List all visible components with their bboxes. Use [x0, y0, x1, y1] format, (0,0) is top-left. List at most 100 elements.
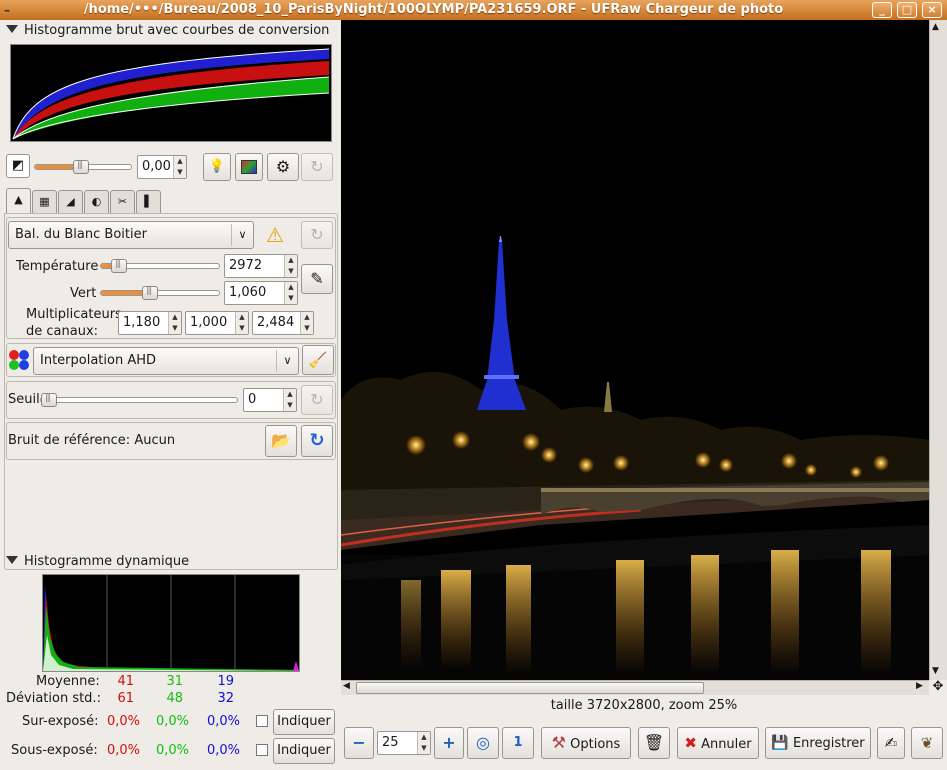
overexposed-green: 0,0% [155, 714, 189, 729]
auto-exposure-button[interactable]: 💡 [203, 153, 231, 181]
spinner-arrows-icon[interactable]: ▲ ▼ [283, 389, 296, 411]
move-icon[interactable]: ✥ [929, 680, 947, 695]
threshold-reset-button[interactable]: ↻ [301, 385, 333, 415]
horizontal-scroll-thumb[interactable] [356, 682, 704, 694]
green-slider[interactable] [100, 286, 220, 300]
multipliers-label-2: de canaux: [26, 324, 99, 339]
spinner-arrows-icon[interactable]: ▲ ▼ [300, 312, 313, 334]
send-to-gimp-button[interactable]: ❦ [911, 727, 943, 759]
spinner-arrows-icon[interactable]: ▲ ▼ [173, 156, 186, 178]
temperature-slider-knob[interactable] [111, 259, 127, 273]
tab-exif[interactable]: ▌ [136, 190, 161, 214]
maximize-icon[interactable]: □ [897, 2, 917, 18]
clip-highlights-button[interactable]: ⚙ [267, 153, 299, 181]
overexposed-indicate-button[interactable]: Indiquer [273, 709, 335, 735]
zoom-100-button[interactable]: 1 [502, 727, 534, 759]
spinner-arrows-icon[interactable]: ▲ ▼ [284, 255, 297, 277]
threshold-slider[interactable] [40, 393, 238, 407]
tab-color-management[interactable]: ◢ [58, 190, 83, 214]
reset-icon: ↻ [310, 225, 324, 244]
overexposed-checkbox[interactable] [256, 715, 268, 727]
zoom-out-button[interactable]: − [344, 727, 374, 759]
threshold-label: Seuil [8, 392, 40, 407]
white-balance-reset-button[interactable]: ↻ [301, 221, 333, 249]
reload-dark-frame-button[interactable]: ↻ [301, 425, 333, 457]
live-histogram-expander[interactable]: Histogramme dynamique [6, 554, 189, 572]
horizontal-scrollbar[interactable]: ◀ ▶ [341, 680, 929, 695]
restore-details-button[interactable] [235, 153, 263, 181]
tab-lightness-icon: ◐ [91, 195, 102, 208]
multiplier-blue-spinner[interactable]: 2,484 ▲ ▼ [252, 311, 314, 335]
scroll-down-icon[interactable]: ▼ [932, 666, 939, 676]
green-slider-knob[interactable] [142, 286, 158, 300]
live-histogram [42, 574, 300, 672]
minimize-icon[interactable]: _ [872, 2, 892, 18]
dark-frame-value: Aucun [134, 433, 176, 448]
interpolation-value: Interpolation AHD [40, 353, 157, 368]
zoom-fit-button[interactable]: ◎ [467, 727, 499, 759]
threshold-slider-knob[interactable] [41, 393, 57, 407]
spinner-arrows-icon[interactable]: ▲ ▼ [235, 312, 248, 334]
cancel-label: Annuler [701, 737, 752, 752]
scroll-right-icon[interactable]: ▶ [916, 681, 923, 691]
trash-icon: 🗑 [643, 733, 665, 752]
raw-histogram-expander[interactable]: Histogramme brut avec courbes de convers… [6, 23, 329, 41]
tab-curves[interactable]: ▦ [32, 190, 57, 214]
load-dark-frame-button[interactable]: 📂 [265, 425, 297, 457]
zoom-out-icon: − [352, 733, 366, 752]
chevron-down-icon: ∨ [276, 350, 298, 372]
close-icon[interactable]: × [922, 2, 942, 18]
green-value: 1,060 [229, 285, 267, 300]
tab-crop[interactable]: ✂ [110, 190, 135, 214]
overexposed-label: Sur-exposé: [22, 714, 99, 729]
options-button[interactable]: ⚒ Options [541, 727, 631, 759]
zoom-fit-icon: ◎ [476, 733, 490, 752]
underexposed-checkbox[interactable] [256, 744, 268, 756]
expander-arrow-icon [6, 25, 18, 33]
temperature-spinner[interactable]: 2972 ▲ ▼ [224, 254, 298, 278]
zoom-in-button[interactable]: + [434, 727, 464, 759]
tab-crop-icon: ✂ [117, 195, 128, 208]
underexposed-label: Sous-exposé: [11, 743, 98, 758]
zoom-value: 25 [382, 735, 399, 750]
exposure-spinner[interactable]: 0,00 ▲ ▼ [137, 155, 187, 179]
green-spinner[interactable]: 1,060 ▲ ▼ [224, 281, 298, 305]
tab-lightness[interactable]: ◐ [84, 190, 109, 214]
save-button[interactable]: 💾 Enregistrer [765, 727, 871, 759]
multiplier-red-spinner[interactable]: 1,180 ▲ ▼ [118, 311, 182, 335]
delete-button[interactable]: 🗑 [638, 727, 670, 759]
white-balance-preset: Bal. du Blanc Boitier [15, 227, 147, 242]
spinner-arrows-icon[interactable]: ▲ ▼ [168, 312, 181, 334]
threshold-spinner[interactable]: 0 ▲ ▼ [243, 388, 297, 412]
exposure-slider[interactable] [34, 160, 132, 174]
options-label: Options [570, 737, 621, 752]
interpolation-combo[interactable]: Interpolation AHD ∨ [33, 347, 299, 375]
spinner-arrows-icon[interactable]: ▲ ▼ [284, 282, 297, 304]
spot-white-balance-button[interactable]: ✎ [301, 264, 333, 294]
std-red: 61 [117, 691, 134, 706]
zoom-in-icon: + [442, 733, 456, 752]
underexposed-blue: 0,0% [206, 743, 240, 758]
tab-white-balance[interactable]: ▲ [6, 188, 31, 214]
vertical-scrollbar[interactable]: ▲ ▼ [929, 20, 947, 680]
underexposed-indicate-button[interactable]: Indiquer [273, 738, 335, 764]
image-preview[interactable] [341, 20, 929, 680]
cancel-button[interactable]: ✖ Annuler [677, 727, 759, 759]
live-histogram-graph [43, 575, 299, 671]
spinner-arrows-icon[interactable]: ▲ ▼ [417, 732, 430, 754]
threshold-value: 0 [248, 392, 257, 407]
zoom-spinner[interactable]: 25 ▲ ▼ [377, 731, 431, 755]
scroll-up-icon[interactable]: ▲ [932, 22, 939, 32]
exposure-slider-knob[interactable] [73, 160, 89, 174]
white-balance-combo[interactable]: Bal. du Blanc Boitier ∨ [8, 221, 254, 249]
tab-exif-icon: ▌ [144, 195, 153, 208]
temperature-value: 2972 [229, 258, 263, 273]
exposure-reset-button[interactable]: ↻ [301, 153, 333, 181]
multiplier-green-spinner[interactable]: 1,000 ▲ ▼ [185, 311, 249, 335]
smoothing-button[interactable]: 🧹 [302, 345, 334, 375]
lightbulb-icon: 💡 [208, 159, 226, 174]
save-as-button[interactable]: ✍ [877, 727, 905, 759]
scroll-left-icon[interactable]: ◀ [343, 681, 350, 691]
temperature-slider[interactable] [100, 259, 220, 273]
title-bar[interactable]: – /home/•••/Bureau/2008_10_ParisByNight/… [0, 0, 947, 20]
